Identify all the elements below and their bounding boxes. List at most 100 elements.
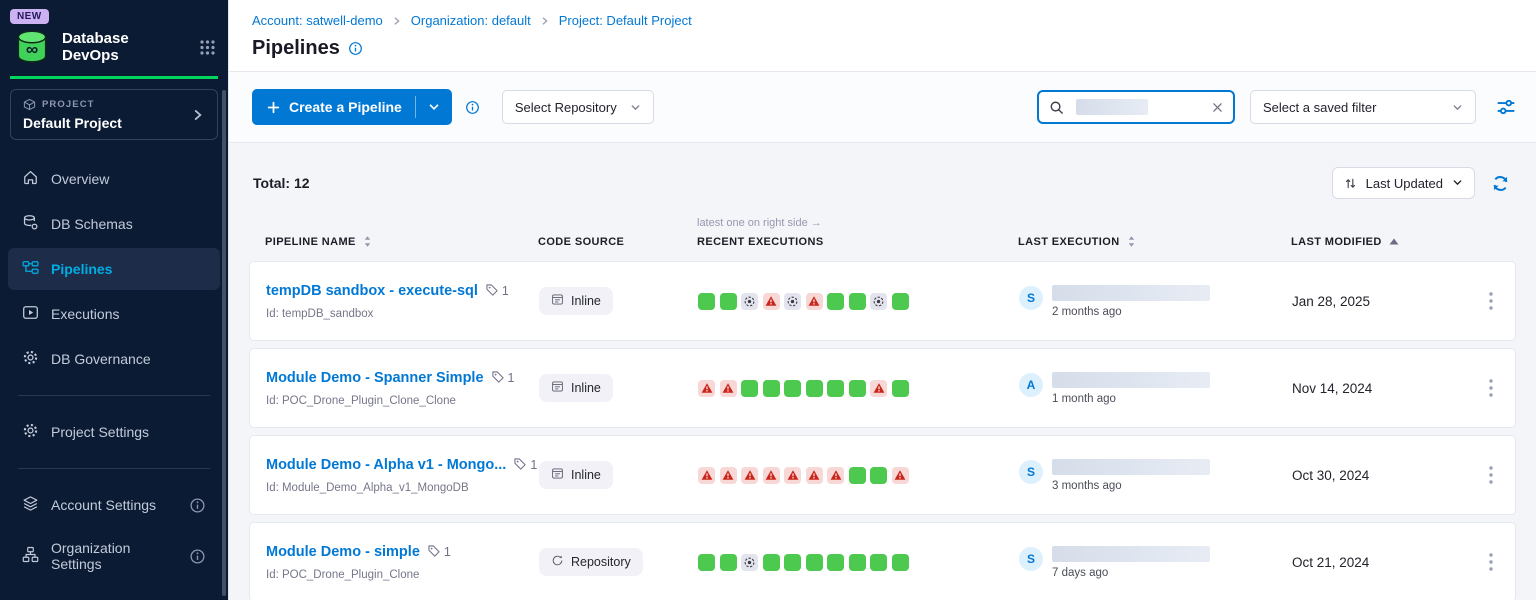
execution-success[interactable] [763, 380, 780, 397]
execution-success[interactable] [784, 554, 801, 571]
pipeline-list: tempDB sandbox - execute-sql1Id: tempDB_… [249, 261, 1516, 600]
sidebar-item-organization-settings[interactable]: Organization Settings [8, 529, 220, 583]
execution-failed[interactable] [720, 380, 737, 397]
tag-count: 1 [427, 544, 451, 561]
avatar: A [1019, 373, 1043, 397]
execution-failed[interactable] [720, 467, 737, 484]
filter-sliders-icon[interactable] [1496, 97, 1516, 117]
execution-failed[interactable] [892, 467, 909, 484]
tag-count: 1 [485, 283, 509, 300]
sort-dropdown[interactable]: Last Updated [1332, 167, 1475, 199]
row-menu-button[interactable] [1483, 375, 1499, 401]
execution-success[interactable] [870, 467, 887, 484]
execution-failed[interactable] [763, 293, 780, 310]
pipeline-name-link[interactable]: Module Demo - Alpha v1 - Mongo... [266, 457, 506, 473]
pipeline-name-cell: Module Demo - Spanner Simple1Id: POC_Dro… [266, 370, 539, 407]
execution-success[interactable] [892, 293, 909, 310]
last-modified-date: Oct 21, 2024 [1292, 555, 1468, 570]
refresh-icon[interactable] [1491, 174, 1510, 193]
execution-success[interactable] [784, 380, 801, 397]
sidebar-item-pipelines[interactable]: Pipelines [8, 248, 220, 290]
pipeline-name-link[interactable]: tempDB sandbox - execute-sql [266, 283, 478, 299]
pipeline-row: Module Demo - Spanner Simple1Id: POC_Dro… [249, 348, 1516, 428]
execution-failed[interactable] [741, 467, 758, 484]
chevron-down-icon [630, 102, 641, 113]
execution-success[interactable] [849, 467, 866, 484]
search-box [1037, 90, 1235, 124]
execution-failed[interactable] [806, 467, 823, 484]
saved-filter-label: Select a saved filter [1263, 100, 1376, 115]
execution-success[interactable] [720, 293, 737, 310]
row-menu-button[interactable] [1483, 462, 1499, 488]
search-input[interactable] [1073, 100, 1203, 115]
execution-aborted[interactable] [741, 554, 758, 571]
pipeline-name-link[interactable]: Module Demo - Spanner Simple [266, 370, 484, 386]
sidebar-item-db-governance[interactable]: DB Governance [8, 338, 220, 380]
project-selector[interactable]: PROJECT Default Project [10, 89, 218, 140]
pipeline-name-line: Module Demo - Alpha v1 - Mongo...1 [266, 457, 539, 474]
breadcrumb: Account: satwell-demo Organization: defa… [252, 13, 1512, 28]
execution-success[interactable] [827, 293, 844, 310]
execution-failed[interactable] [870, 380, 887, 397]
create-pipeline-button[interactable]: Create a Pipeline [252, 89, 415, 125]
execution-success[interactable] [870, 554, 887, 571]
executions-note: latest one on right side → [697, 217, 1018, 233]
execution-success[interactable] [741, 380, 758, 397]
execution-aborted[interactable] [870, 293, 887, 310]
execution-success[interactable] [698, 554, 715, 571]
breadcrumb-organization-link[interactable]: Organization: default [411, 13, 531, 28]
execution-success[interactable] [698, 293, 715, 310]
row-menu-button[interactable] [1483, 288, 1499, 314]
execution-failed[interactable] [698, 467, 715, 484]
column-pipeline-name[interactable]: PIPELINE NAME [265, 235, 538, 248]
breadcrumb-account-link[interactable]: Account: satwell-demo [252, 13, 383, 28]
execution-failed[interactable] [763, 467, 780, 484]
pipeline-id: Id: Module_Demo_Alpha_v1_MongoDB [266, 482, 539, 494]
execution-success[interactable] [849, 380, 866, 397]
info-icon[interactable] [189, 497, 206, 514]
execution-success[interactable] [849, 293, 866, 310]
pipeline-name-link[interactable]: Module Demo - simple [266, 544, 420, 560]
chevron-right-icon [392, 16, 402, 26]
inline-icon [551, 380, 564, 396]
cube-icon [23, 98, 36, 111]
app-switcher-icon[interactable] [199, 39, 216, 56]
execution-success[interactable] [720, 554, 737, 571]
execution-failed[interactable] [698, 380, 715, 397]
execution-aborted[interactable] [741, 293, 758, 310]
sidebar-item-project-settings[interactable]: Project Settings [8, 411, 220, 453]
select-repository-dropdown[interactable]: Select Repository [502, 90, 654, 124]
execution-success[interactable] [827, 380, 844, 397]
execution-failed[interactable] [784, 467, 801, 484]
execution-failed[interactable] [806, 293, 823, 310]
sidebar-item-label: Pipelines [51, 261, 112, 277]
execution-success[interactable] [763, 554, 780, 571]
app-brand[interactable]: ∞ Database DevOps [10, 24, 218, 76]
info-icon[interactable] [348, 41, 363, 56]
sidebar-item-db-schemas[interactable]: DB Schemas [8, 203, 220, 245]
execution-success[interactable] [849, 554, 866, 571]
execution-success[interactable] [806, 554, 823, 571]
execution-failed[interactable] [827, 467, 844, 484]
sidebar-item-account-settings[interactable]: Account Settings [8, 484, 220, 526]
sidebar-item-executions[interactable]: Executions [8, 293, 220, 335]
saved-filter-dropdown[interactable]: Select a saved filter [1250, 90, 1476, 124]
execution-success[interactable] [892, 554, 909, 571]
clear-search-icon[interactable] [1212, 102, 1223, 113]
create-pipeline-dropdown-button[interactable] [416, 89, 452, 125]
info-icon[interactable] [465, 100, 480, 115]
main-area: Account: satwell-demo Organization: defa… [228, 0, 1536, 600]
sort-by-label: Last Updated [1366, 176, 1443, 191]
layers-icon [22, 495, 39, 515]
execution-success[interactable] [806, 380, 823, 397]
column-last-execution[interactable]: LAST EXECUTION [1018, 235, 1291, 248]
execution-aborted[interactable] [784, 293, 801, 310]
row-menu-button[interactable] [1483, 549, 1499, 575]
execution-success[interactable] [827, 554, 844, 571]
info-icon[interactable] [189, 548, 206, 565]
column-last-modified[interactable]: LAST MODIFIED [1291, 236, 1467, 248]
sidebar-item-overview[interactable]: Overview [8, 158, 220, 200]
execution-success[interactable] [892, 380, 909, 397]
breadcrumb-project-link[interactable]: Project: Default Project [559, 13, 692, 28]
sidebar-scrollbar[interactable] [222, 90, 226, 596]
